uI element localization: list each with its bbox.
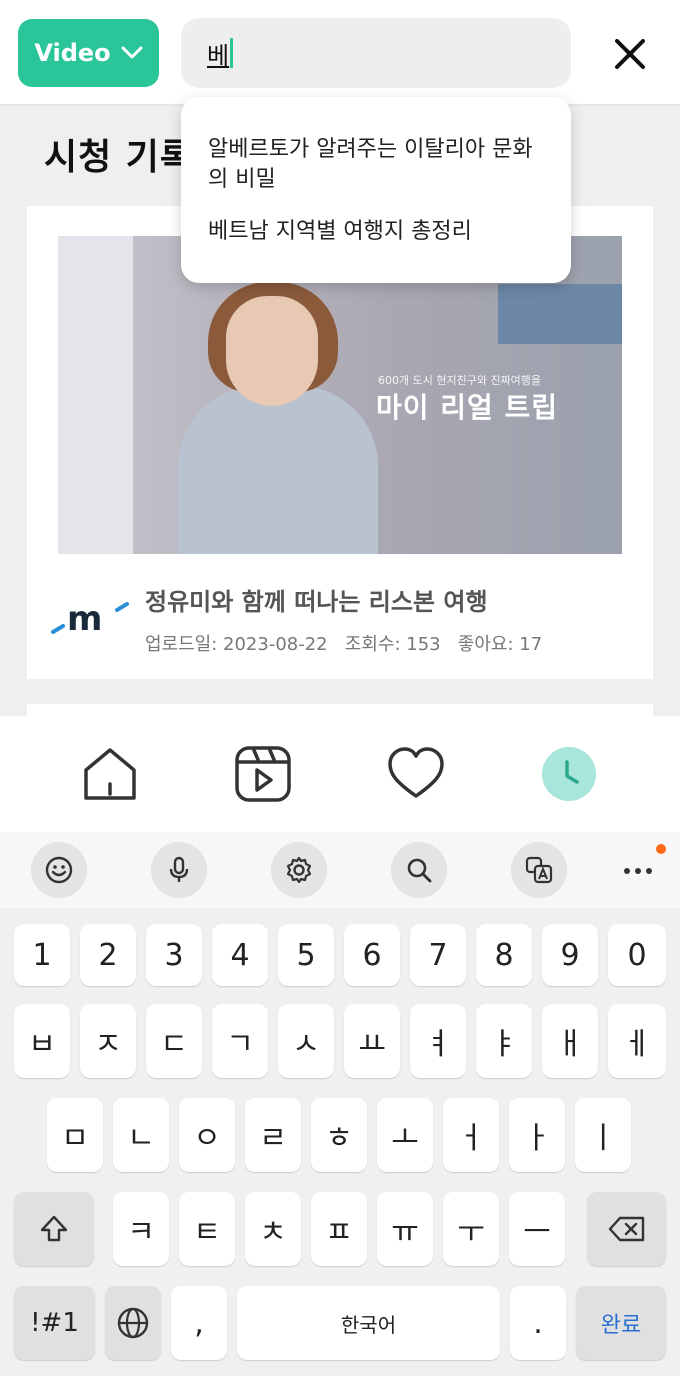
key-2[interactable]: 2: [80, 924, 136, 986]
key-4[interactable]: 4: [212, 924, 268, 986]
key-jamo[interactable]: ㅜ: [443, 1192, 499, 1266]
voice-input-button[interactable]: [151, 842, 207, 898]
text-caret: [230, 38, 234, 68]
svg-text:m: m: [67, 599, 102, 636]
keyboard: 1 2 3 4 5 6 7 8 9 0 ㅂ ㅈ ㄷ ㄱ ㅅ ㅛ ㅕ ㅑ ㅐ ㅔ …: [0, 832, 680, 1376]
more-button[interactable]: [620, 856, 656, 886]
search-input[interactable]: 베: [181, 18, 571, 88]
search-input-value: 베: [207, 41, 230, 70]
heart-icon: [388, 747, 444, 798]
search-suggestions: 알베르토가 알려주는 이탈리아 문화의 비밀 베트남 지역별 여행지 총정리: [181, 97, 571, 283]
key-jamo[interactable]: ㅌ: [179, 1192, 235, 1266]
suggestion-item[interactable]: 베트남 지역별 여행지 총정리: [208, 217, 547, 247]
video-meta: 업로드일: 2023-08-22 조회수: 153 좋아요: 17: [145, 634, 543, 655]
translate-button[interactable]: [511, 842, 567, 898]
key-1[interactable]: 1: [14, 924, 70, 986]
key-jamo[interactable]: ㅎ: [311, 1098, 367, 1172]
key-jamo[interactable]: ㅔ: [608, 1004, 666, 1078]
nav-history[interactable]: [539, 744, 599, 804]
history-icon: [542, 747, 596, 801]
key-jamo[interactable]: ㅅ: [278, 1004, 334, 1078]
emoji-button[interactable]: [31, 842, 87, 898]
close-button[interactable]: [606, 30, 654, 78]
channel-logo-icon: m: [51, 599, 129, 636]
content-type-dropdown[interactable]: Video: [18, 19, 159, 87]
key-jamo[interactable]: ㅊ: [245, 1192, 301, 1266]
emoji-icon: [45, 856, 73, 884]
bottom-nav: [0, 716, 680, 832]
key-8[interactable]: 8: [476, 924, 532, 986]
video-thumbnail[interactable]: 600개 도시 현지친구와 진짜여행을 마이 리얼 트립: [58, 236, 622, 554]
close-icon: [615, 39, 645, 69]
period-key[interactable]: .: [510, 1286, 566, 1360]
suggestion-item[interactable]: 알베르토가 알려주는 이탈리아 문화의 비밀: [208, 135, 547, 195]
key-jamo[interactable]: ㅡ: [509, 1192, 565, 1266]
notification-dot: [656, 844, 666, 854]
translate-icon: [525, 856, 553, 884]
nav-likes[interactable]: [386, 744, 446, 804]
key-jamo[interactable]: ㅠ: [377, 1192, 433, 1266]
thumbnail-title: 마이 리얼 트립: [376, 391, 559, 424]
key-jamo[interactable]: ㅛ: [344, 1004, 400, 1078]
key-jamo[interactable]: ㅗ: [377, 1098, 433, 1172]
shift-key[interactable]: [14, 1192, 94, 1266]
comma-key[interactable]: ,: [171, 1286, 227, 1360]
key-0[interactable]: 0: [608, 924, 666, 986]
key-jamo[interactable]: ㅍ: [311, 1192, 367, 1266]
key-jamo[interactable]: ㅋ: [113, 1192, 169, 1266]
key-6[interactable]: 6: [344, 924, 400, 986]
key-jamo[interactable]: ㅁ: [47, 1098, 103, 1172]
key-jamo[interactable]: ㅇ: [179, 1098, 235, 1172]
search-icon: [407, 858, 432, 883]
key-jamo[interactable]: ㅕ: [410, 1004, 466, 1078]
key-jamo[interactable]: ㄹ: [245, 1098, 301, 1172]
keyboard-search-button[interactable]: [391, 842, 447, 898]
key-jamo[interactable]: ㅈ: [80, 1004, 136, 1078]
key-jamo[interactable]: ㅑ: [476, 1004, 532, 1078]
backspace-key[interactable]: [587, 1192, 666, 1266]
globe-icon: [117, 1307, 149, 1339]
done-key[interactable]: 완료: [576, 1286, 666, 1360]
video-card-next[interactable]: [27, 704, 653, 716]
keyboard-settings-button[interactable]: [271, 842, 327, 898]
backspace-icon: [608, 1216, 644, 1242]
page-title: 시청 기록: [44, 137, 195, 178]
key-5[interactable]: 5: [278, 924, 334, 986]
key-jamo[interactable]: ㄷ: [146, 1004, 202, 1078]
keyboard-toolbar: [0, 832, 680, 908]
key-jamo[interactable]: ㅣ: [575, 1098, 631, 1172]
language-key[interactable]: [105, 1286, 161, 1360]
more-icon: [624, 868, 652, 874]
shift-icon: [40, 1215, 68, 1242]
key-7[interactable]: 7: [410, 924, 466, 986]
key-3[interactable]: 3: [146, 924, 202, 986]
nav-reels[interactable]: [233, 744, 293, 804]
key-9[interactable]: 9: [542, 924, 598, 986]
nav-home[interactable]: [80, 744, 140, 804]
video-title[interactable]: 정유미와 함께 떠나는 리스본 여행: [145, 582, 488, 617]
symbols-key[interactable]: !#1: [14, 1286, 95, 1360]
key-jamo[interactable]: ㅓ: [443, 1098, 499, 1172]
key-jamo[interactable]: ㄱ: [212, 1004, 268, 1078]
home-icon: [84, 748, 136, 800]
key-jamo[interactable]: ㅏ: [509, 1098, 565, 1172]
gear-icon: [286, 856, 312, 884]
reels-icon: [235, 746, 291, 802]
key-jamo[interactable]: ㄴ: [113, 1098, 169, 1172]
space-key[interactable]: 한국어: [237, 1286, 500, 1360]
mic-icon: [169, 856, 189, 882]
content-type-label: Video: [34, 39, 111, 67]
chevron-down-icon: [121, 46, 143, 59]
top-bar: Video 베: [0, 0, 680, 106]
key-jamo[interactable]: ㅐ: [542, 1004, 598, 1078]
key-jamo[interactable]: ㅂ: [14, 1004, 70, 1078]
